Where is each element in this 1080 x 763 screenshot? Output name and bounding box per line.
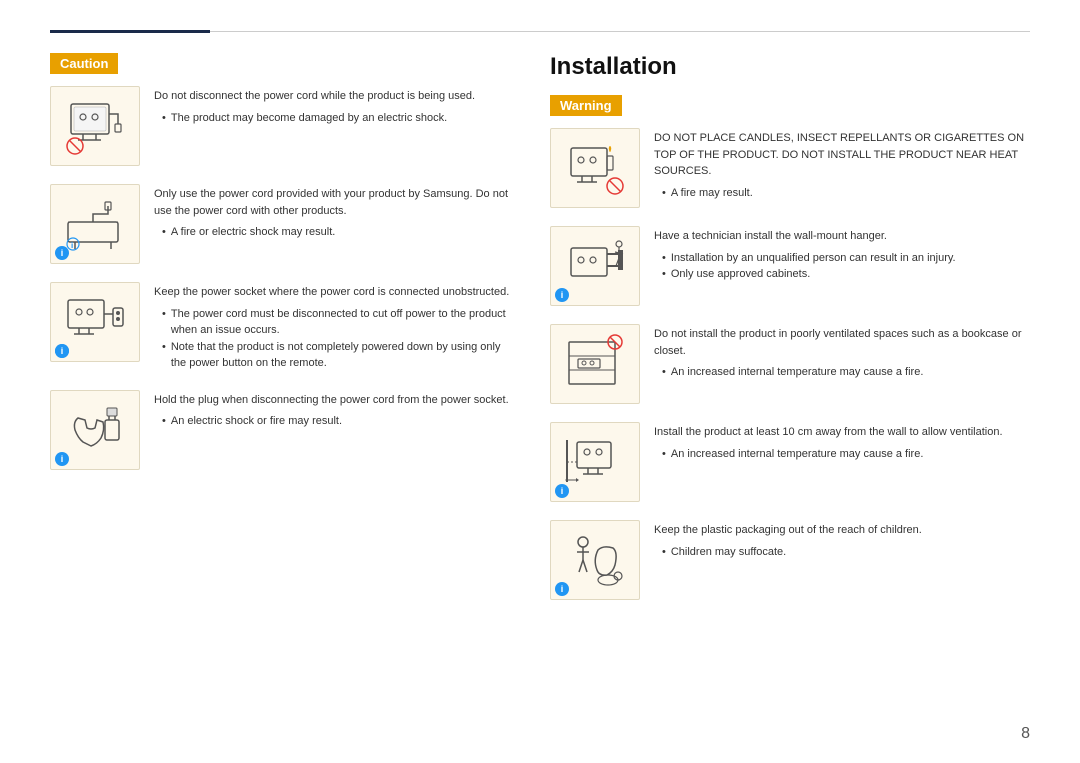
left-column: Caution: [50, 53, 510, 733]
caution-text-1: Do not disconnect the power cord while t…: [154, 86, 510, 126]
badge-r4: i: [555, 484, 569, 498]
badge-4: i: [55, 452, 69, 466]
main-columns: Caution: [50, 53, 1030, 733]
caution-text-3: Keep the power socket where the power co…: [154, 282, 510, 372]
caution-item-3: i i Keep the power socket where the powe…: [50, 282, 510, 372]
badge-r5: i: [555, 582, 569, 596]
caution-item-1: Do not disconnect the power cord while t…: [50, 86, 510, 166]
bullet-3-2: Note that the product is not completely …: [162, 339, 510, 372]
plug-pull-icon: [63, 400, 128, 460]
main-text-2: Only use the power cord provided with yo…: [154, 186, 510, 219]
warning-header: Warning: [550, 95, 622, 116]
warning-item-5: i Keep the plastic packaging out of the …: [550, 520, 1030, 600]
warning-main-2: Have a technician install the wall-mount…: [654, 228, 1030, 245]
bullet-2-1: A fire or electric shock may result.: [162, 224, 510, 241]
bullet-1-1: The product may become damaged by an ele…: [162, 110, 510, 127]
tv-box-icon: i: [63, 194, 128, 254]
caution-item-4: i Hold the plug when disconnecting the p…: [50, 390, 510, 470]
main-text-4: Hold the plug when disconnecting the pow…: [154, 392, 510, 409]
badge-2: i: [55, 246, 69, 260]
warning-main-5: Keep the plastic packaging out of the re…: [654, 522, 1030, 539]
warning-icon-3: [550, 324, 640, 404]
tv-cabinet-icon: [563, 334, 628, 394]
warning-icon-1: [550, 128, 640, 208]
warning-item-1: DO NOT PLACE CANDLES, INSECT REPELLANTS …: [550, 128, 1030, 208]
warning-bullet-3-1: An increased internal temperature may ca…: [662, 364, 1030, 381]
warning-main-3: Do not install the product in poorly ven…: [654, 326, 1030, 359]
tv-plastic-icon: [563, 530, 628, 590]
page-container: Caution: [0, 0, 1080, 763]
tv-spacing-icon: [563, 432, 628, 492]
main-text-1: Do not disconnect the power cord while t…: [154, 88, 510, 105]
warning-item-3: Do not install the product in poorly ven…: [550, 324, 1030, 404]
bullet-3-1: The power cord must be disconnected to c…: [162, 306, 510, 339]
warning-text-5: Keep the plastic packaging out of the re…: [654, 520, 1030, 560]
tv-mount-icon: [563, 236, 628, 296]
warning-text-2: Have a technician install the wall-mount…: [654, 226, 1030, 283]
warning-main-1: DO NOT PLACE CANDLES, INSECT REPELLANTS …: [654, 130, 1030, 180]
warning-text-1: DO NOT PLACE CANDLES, INSECT REPELLANTS …: [654, 128, 1030, 201]
caution-icon-2: i i: [50, 184, 140, 264]
warning-bullet-2-1: Installation by an unqualified person ca…: [662, 250, 1030, 267]
badge-3: i: [55, 344, 69, 358]
tv-socket-icon: [63, 292, 128, 352]
page-number: 8: [1021, 725, 1030, 743]
warning-bullet-2-2: Only use approved cabinets.: [662, 266, 1030, 283]
caution-icon-3: i i: [50, 282, 140, 362]
caution-text-2: Only use the power cord provided with yo…: [154, 184, 510, 241]
warning-icon-2: i: [550, 226, 640, 306]
warning-item-4: i Install the product at least 10 cm awa…: [550, 422, 1030, 502]
warning-bullet-1-1: A fire may result.: [662, 185, 1030, 202]
caution-item-2: i i Only use the power cord provided wit…: [50, 184, 510, 264]
top-rules: [50, 30, 1030, 33]
warning-icon-4: i: [550, 422, 640, 502]
warning-bullet-5-1: Children may suffocate.: [662, 544, 1030, 561]
badge-r2: i: [555, 288, 569, 302]
caution-icon-4: i: [50, 390, 140, 470]
right-column: Installation Warning: [550, 53, 1030, 733]
rule-dark: [50, 30, 210, 33]
installation-title: Installation: [550, 53, 1030, 81]
tv-plug-icon: [63, 96, 128, 156]
caution-icon-1: [50, 86, 140, 166]
main-text-3: Keep the power socket where the power co…: [154, 284, 510, 301]
svg-text:i: i: [71, 241, 73, 250]
warning-icon-5: i: [550, 520, 640, 600]
caution-header: Caution: [50, 53, 118, 74]
warning-bullet-4-1: An increased internal temperature may ca…: [662, 446, 1030, 463]
warning-main-4: Install the product at least 10 cm away …: [654, 424, 1030, 441]
tv-candle-icon: [563, 138, 628, 198]
rule-light: [210, 31, 1030, 32]
warning-text-3: Do not install the product in poorly ven…: [654, 324, 1030, 381]
caution-text-4: Hold the plug when disconnecting the pow…: [154, 390, 510, 430]
warning-text-4: Install the product at least 10 cm away …: [654, 422, 1030, 462]
warning-item-2: i Have a technician install the wall-mou…: [550, 226, 1030, 306]
bullet-4-1: An electric shock or fire may result.: [162, 413, 510, 430]
